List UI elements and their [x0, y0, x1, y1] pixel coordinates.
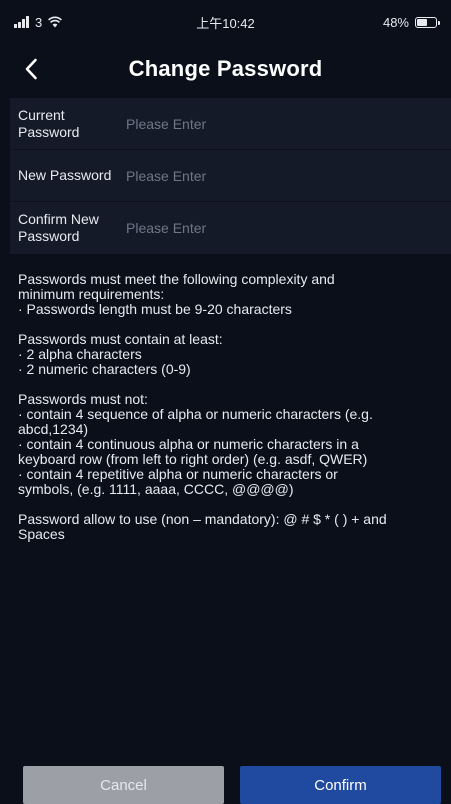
bottom-action-bar: Cancel Confirm	[0, 766, 451, 804]
new-password-row: New Password	[10, 150, 451, 202]
status-left: 3	[14, 14, 63, 30]
confirm-password-input[interactable]	[118, 208, 451, 248]
page-title: Change Password	[128, 56, 323, 81]
current-password-row: Current Password	[10, 98, 451, 150]
password-requirements: Passwords must meet the following comple…	[18, 272, 440, 557]
wifi-icon	[48, 16, 63, 28]
battery-icon	[415, 16, 440, 28]
password-form: Current Password New Password Confirm Ne…	[10, 98, 451, 254]
signal-strength-icon	[14, 16, 29, 28]
confirm-password-row: Confirm New Password	[10, 202, 451, 254]
requirements-line: · Passwords length must be 9-20 characte…	[18, 301, 292, 317]
requirements-line: Passwords must meet the following comple…	[18, 271, 335, 287]
chevron-left-icon	[25, 58, 37, 80]
requirements-line: minimum requirements:	[18, 286, 165, 302]
cancel-button[interactable]: Cancel	[23, 766, 224, 804]
requirements-line: Passwords must contain at least:	[18, 331, 223, 347]
confirm-button[interactable]: Confirm	[240, 766, 441, 804]
requirements-must-not-block: Passwords must not: · contain 4 sequence…	[18, 392, 440, 497]
carrier-label: 3	[35, 14, 43, 30]
new-password-label: New Password	[18, 167, 112, 183]
battery-level	[417, 18, 427, 26]
requirements-allowed-block: Password allow to use (non – mandatory):…	[18, 512, 440, 542]
battery-percent: 48%	[382, 14, 409, 30]
requirements-contain-block: Passwords must contain at least: · 2 alp…	[18, 332, 440, 377]
current-password-label: Current Password	[18, 106, 80, 140]
requirements-line: Passwords must not:	[18, 391, 148, 407]
requirements-line: keyboard row (from left to right order) …	[18, 451, 368, 467]
requirements-line: Spaces	[18, 526, 65, 542]
requirements-line: Password allow to use (non – mandatory):…	[18, 511, 387, 527]
requirements-line: · contain 4 continuous alpha or numeric …	[18, 436, 359, 452]
requirements-length-block: Passwords must meet the following comple…	[18, 272, 440, 317]
requirements-line: · contain 4 repetitive alpha or numeric …	[18, 466, 338, 482]
nav-bar: Change Password	[0, 44, 451, 94]
requirements-line: · 2 alpha characters	[18, 346, 142, 362]
confirm-password-label: Confirm New Password	[18, 211, 99, 244]
requirements-line: · 2 numeric characters (0-9)	[18, 361, 191, 377]
requirements-line: symbols, (e.g. 1111, aaaa, CCCC, @@@@)	[18, 481, 294, 497]
requirements-line: abcd,1234)	[18, 421, 89, 437]
status-bar: 3 上午10:42 48%	[0, 0, 451, 44]
current-password-input[interactable]	[118, 103, 451, 144]
new-password-input[interactable]	[118, 155, 451, 196]
back-button[interactable]	[14, 52, 48, 86]
requirements-line: · contain 4 sequence of alpha or numeric…	[18, 406, 373, 422]
status-right: 48%	[382, 14, 440, 30]
